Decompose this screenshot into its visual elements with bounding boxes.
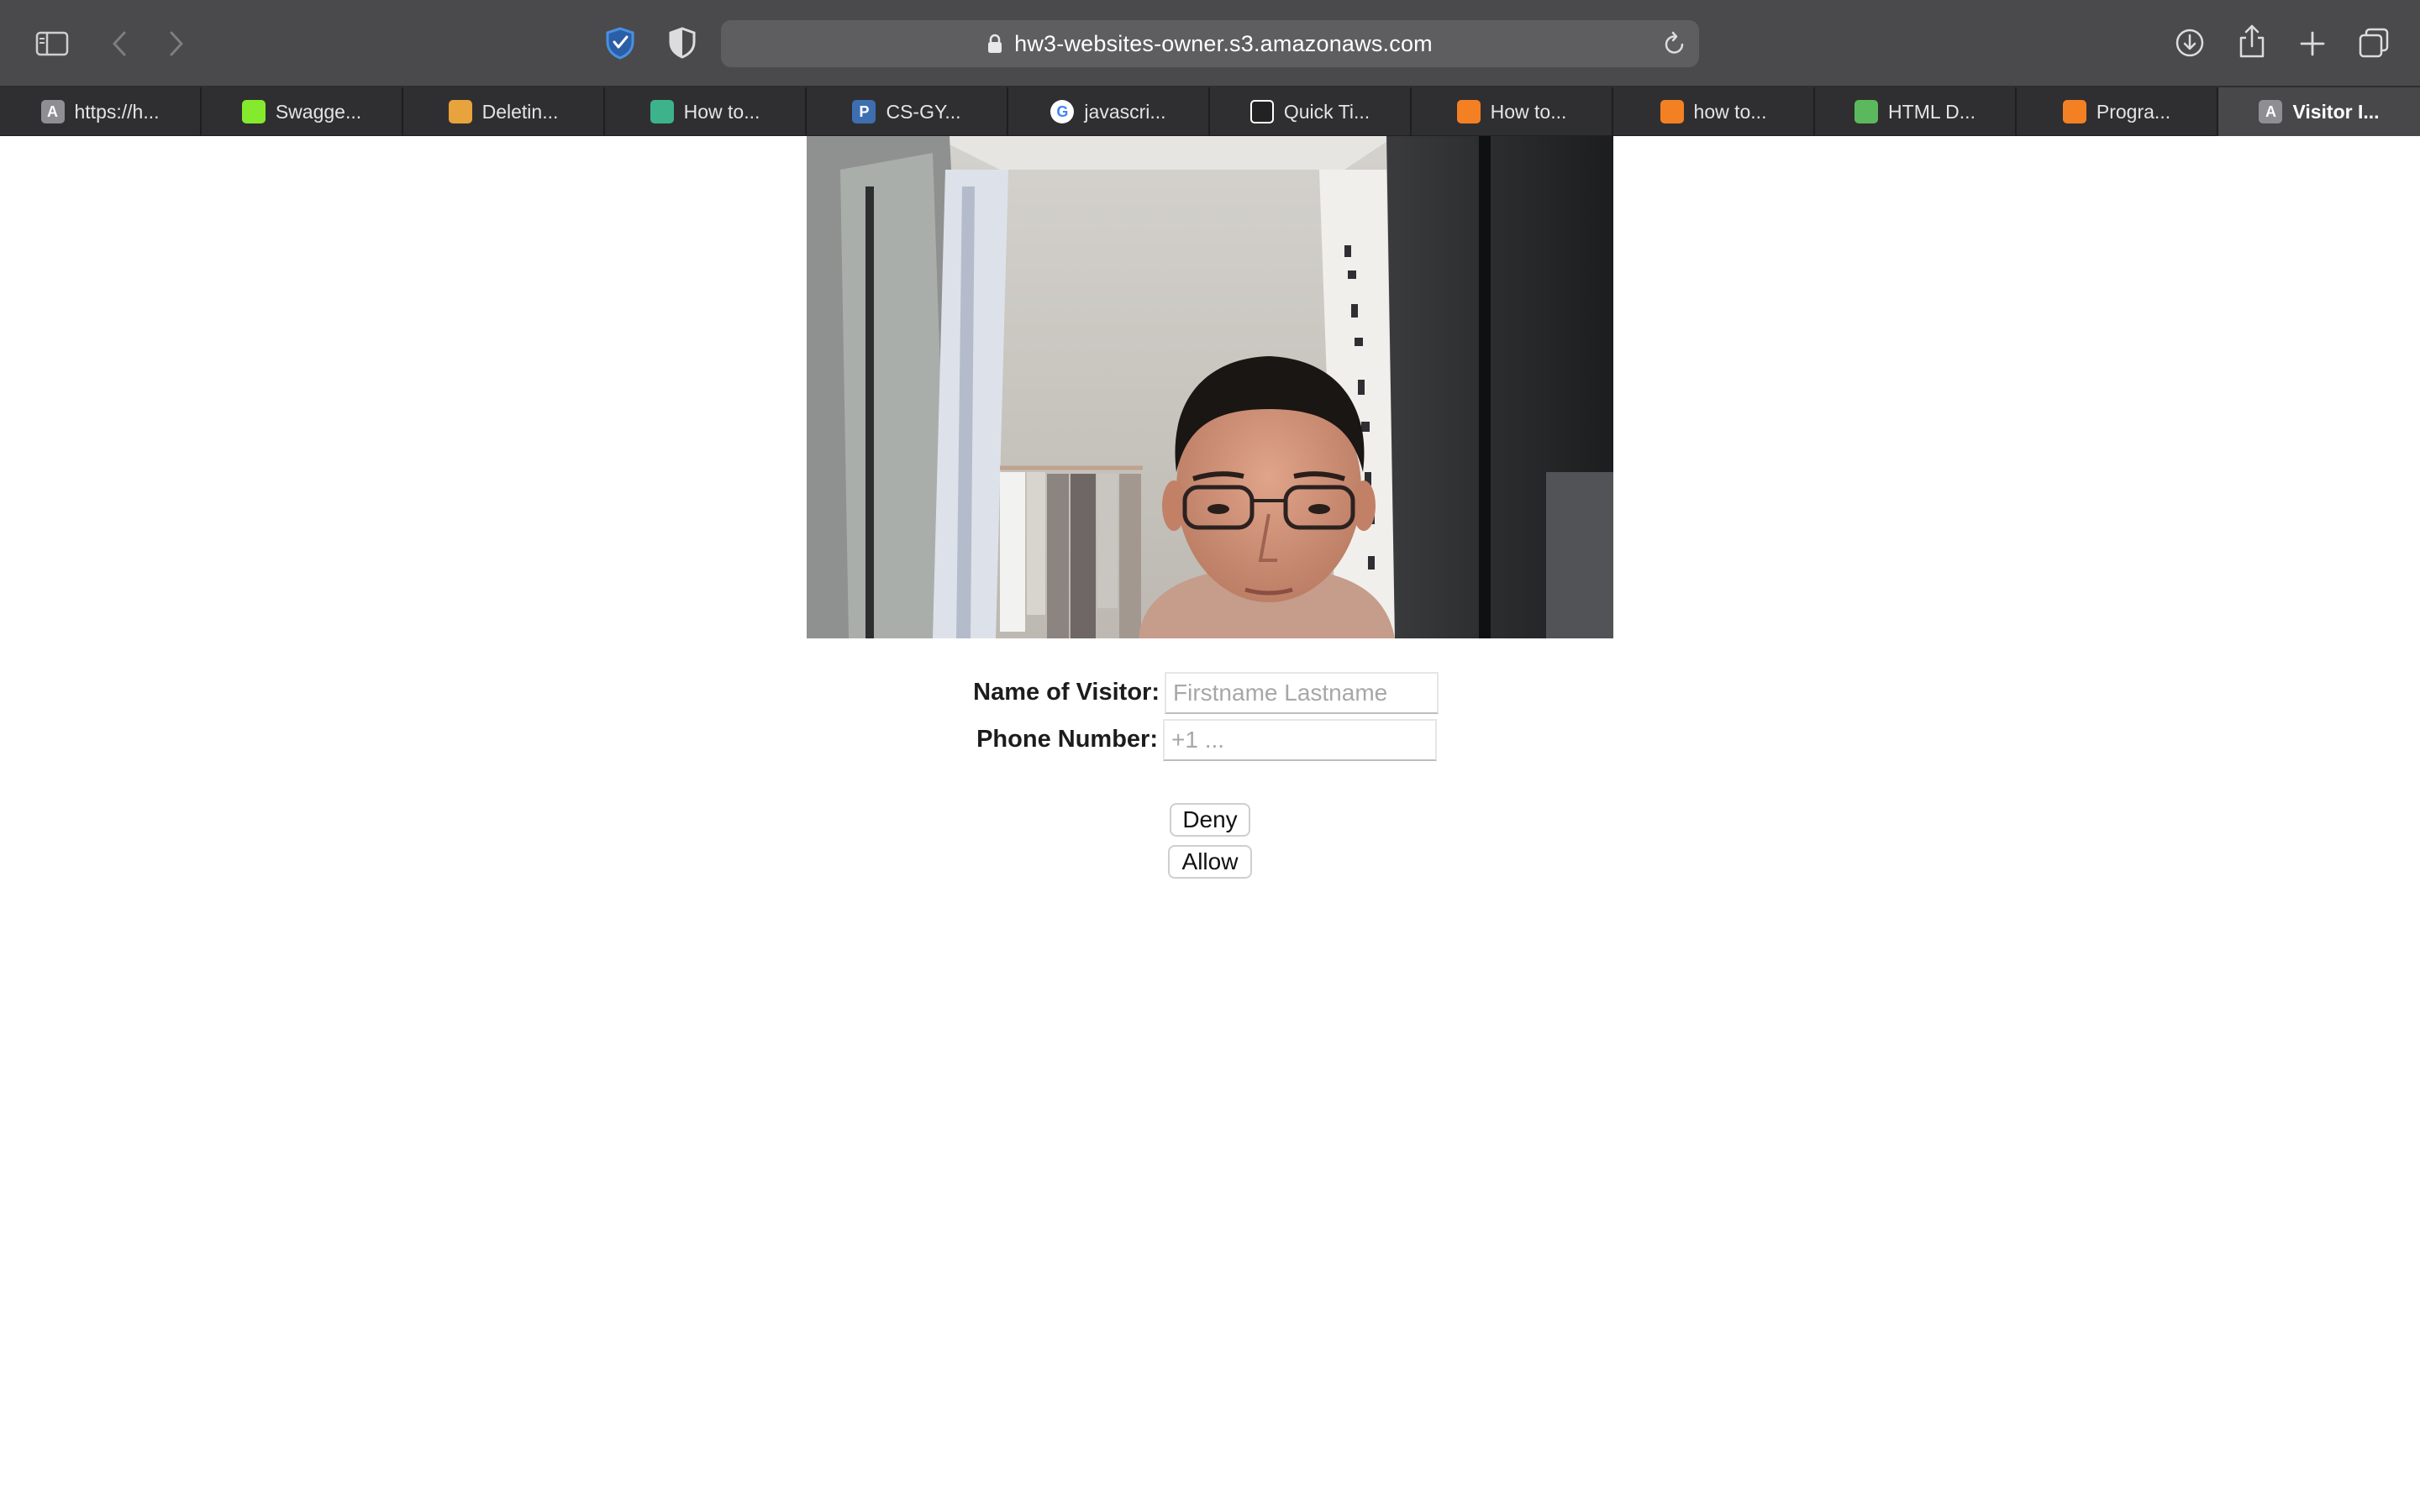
html-favicon-icon	[1854, 100, 1879, 123]
tab-label: How to...	[683, 100, 760, 123]
tab-active[interactable]: A Visitor I...	[2218, 87, 2420, 136]
new-tab-icon[interactable]	[2294, 25, 2331, 62]
google-favicon-icon: G	[1050, 100, 1075, 123]
tab-label: HTML D...	[1888, 100, 1975, 123]
webcam-visitor-photo	[807, 136, 1613, 638]
reader-shield-icon[interactable]	[664, 24, 701, 62]
stackoverflow-favicon-icon	[1456, 100, 1481, 123]
letter-a-favicon-icon: A	[2259, 100, 2283, 123]
lock-icon	[987, 34, 1002, 54]
deny-button[interactable]: Deny	[1170, 803, 1250, 837]
tab-item[interactable]: Swagge...	[202, 87, 403, 136]
stackoverflow-favicon-icon	[1660, 100, 1684, 123]
tab-label: Progra...	[2096, 100, 2171, 123]
letter-a-favicon-icon: A	[40, 100, 65, 123]
stackoverflow-favicon-icon	[2062, 100, 2086, 123]
tab-label: javascri...	[1084, 100, 1166, 123]
swagger-favicon-icon	[241, 100, 266, 123]
forward-icon[interactable]	[161, 25, 192, 62]
browser-toolbar: hw3-websites-owner.s3.amazonaws.com	[0, 0, 2420, 87]
diamond-favicon-icon	[1249, 100, 1274, 123]
tab-item[interactable]: how to...	[1613, 87, 1815, 136]
tab-item[interactable]: Gjavascri...	[1008, 87, 1210, 136]
back-icon[interactable]	[104, 25, 134, 62]
tab-item[interactable]: Quick Ti...	[1210, 87, 1412, 136]
tab-item[interactable]: How to...	[605, 87, 807, 136]
visitor-name-input[interactable]	[1165, 672, 1439, 714]
tab-item[interactable]: Deletin...	[403, 87, 605, 136]
tab-label: Swagge...	[275, 100, 362, 123]
tab-item[interactable]: HTML D...	[1815, 87, 2017, 136]
share-icon[interactable]	[2233, 20, 2270, 62]
tab-bar: Ahttps://h... Swagge... Deletin... How to..…	[0, 87, 2420, 136]
shield-favicon-icon	[650, 100, 674, 123]
tab-item[interactable]: Ahttps://h...	[0, 87, 202, 136]
allow-button[interactable]: Allow	[1168, 845, 1252, 879]
tab-label: Visitor I...	[2292, 100, 2380, 123]
tab-item[interactable]: How to...	[1412, 87, 1613, 136]
tab-label: Deletin...	[481, 100, 559, 123]
privacy-shield-icon[interactable]	[602, 24, 639, 62]
tab-overview-icon[interactable]	[2354, 24, 2393, 62]
download-icon[interactable]	[2171, 24, 2208, 62]
tab-label: How to...	[1490, 100, 1567, 123]
tab-item[interactable]: P CS-GY...	[807, 87, 1008, 136]
letter-p-favicon-icon: P	[852, 100, 876, 123]
tab-label: how to...	[1693, 100, 1767, 123]
reload-icon[interactable]	[1662, 30, 1687, 61]
tab-label: CS-GY...	[886, 100, 961, 123]
name-of-visitor-label: Name of Visitor:	[973, 679, 1160, 706]
url-text: hw3-websites-owner.s3.amazonaws.com	[1014, 30, 1433, 56]
address-bar[interactable]: hw3-websites-owner.s3.amazonaws.com	[721, 20, 1699, 67]
tab-label: Quick Ti...	[1283, 100, 1370, 123]
aws-box-favicon-icon	[448, 100, 472, 123]
tab-label: https://h...	[74, 100, 160, 123]
phone-number-label: Phone Number:	[976, 726, 1158, 753]
sidebar-icon[interactable]	[34, 25, 71, 62]
phone-number-input[interactable]	[1163, 719, 1437, 761]
tab-item[interactable]: Progra...	[2017, 87, 2218, 136]
